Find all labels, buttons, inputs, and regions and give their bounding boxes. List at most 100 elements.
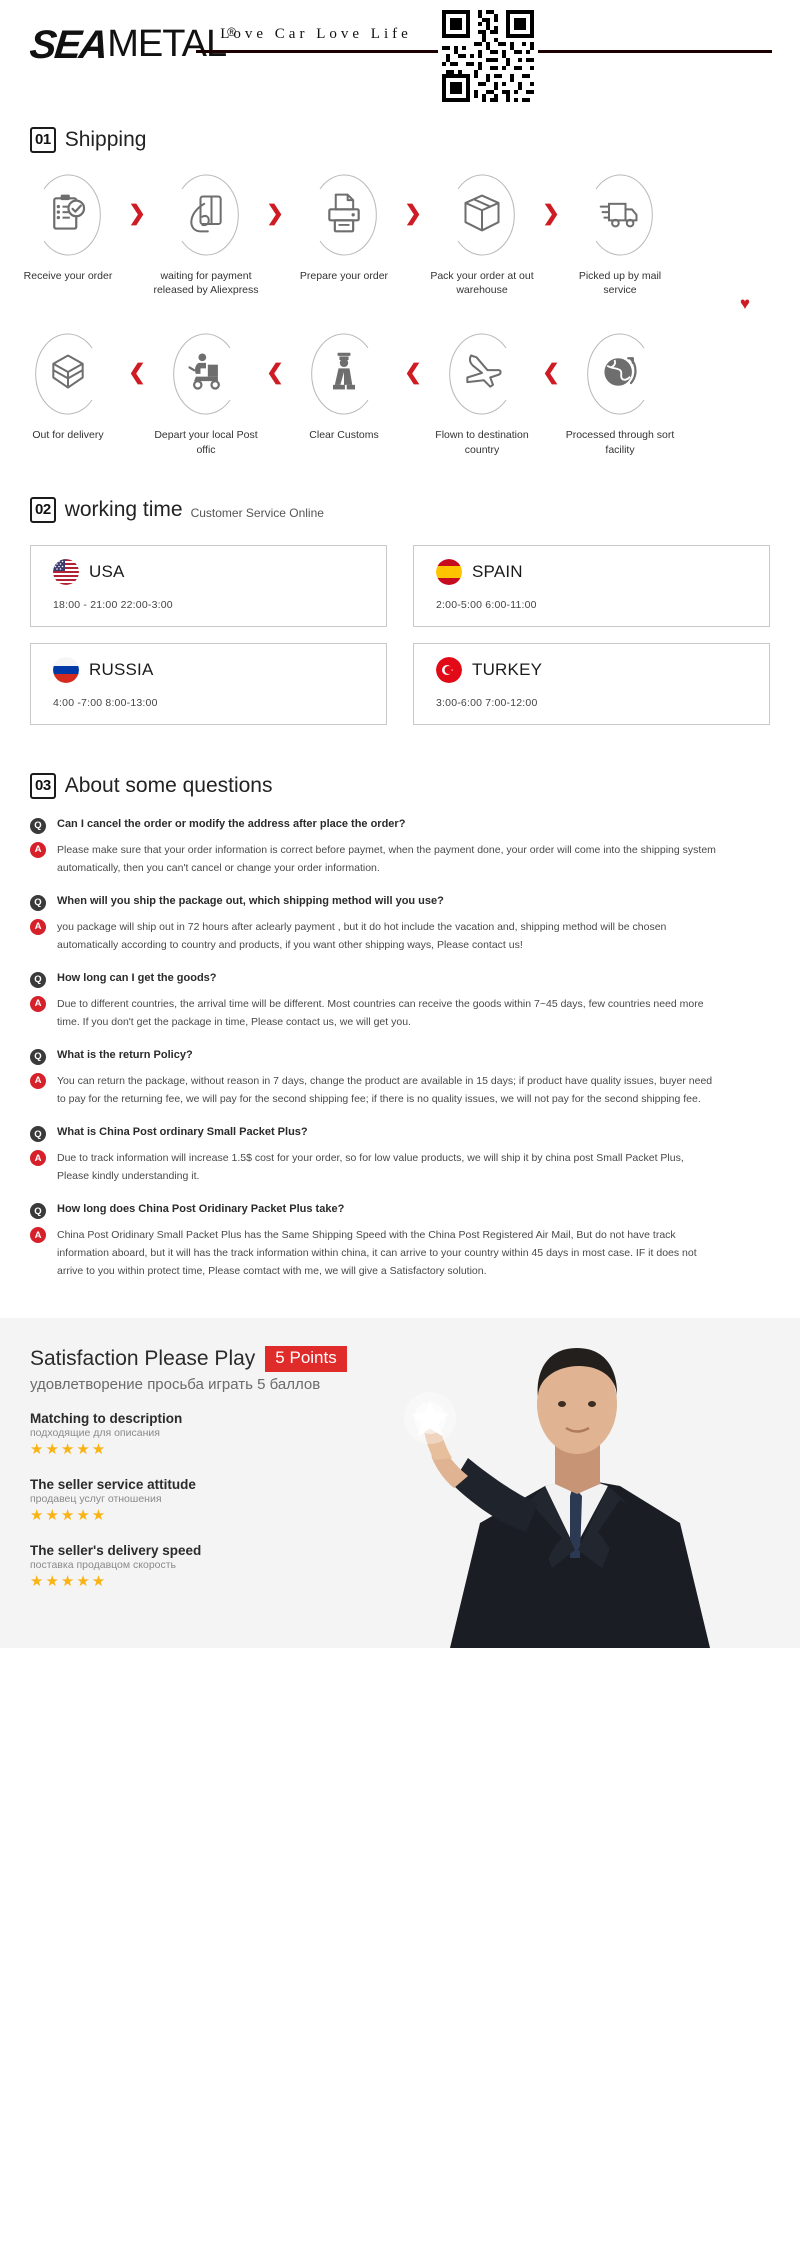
shipping-step-label: Picked up by mail service — [578, 270, 662, 297]
answer-badge: A — [30, 1150, 46, 1167]
satisfaction-title: Satisfaction Please Play — [30, 1346, 256, 1370]
shipping-step-label: Receive your order — [23, 270, 113, 282]
shipping-step: Processed through sort facility — [564, 326, 676, 456]
country-row: SPAIN — [436, 558, 769, 585]
shipping-step-icon-frame — [22, 326, 114, 418]
slogan-rule-right — [556, 50, 772, 53]
working-time-card-spain: SPAIN 2:00-5:00 6:00-11:00 — [413, 544, 770, 627]
rating-block: The seller's delivery speed поставка про… — [30, 1543, 800, 1591]
brand-slogan-text: Love Car Love Life — [220, 26, 412, 42]
clipboard-check-icon — [53, 194, 86, 230]
shipping-steps-row-2: Out for delivery ❮ Depart your local Pos… — [0, 326, 800, 456]
working-time-card-turkey: TURKEY 3:00-6:00 7:00-12:00 — [413, 642, 770, 725]
section-number: 01 — [30, 127, 56, 153]
brand-header: SEA METAL ® Love Car Love Life — [0, 0, 800, 106]
faq-answer: China Post Oridinary Small Packet Plus h… — [57, 1229, 697, 1278]
question-badge: Q — [30, 1126, 46, 1143]
shipping-step-label: Out for delivery — [32, 429, 104, 442]
country-name: SPAIN — [472, 561, 523, 581]
turkey-flag-icon — [436, 656, 462, 683]
faq-question: When will you ship the package out, whic… — [57, 894, 444, 907]
star-rating-icon[interactable]: ★★★★★ — [30, 1507, 800, 1525]
page-title: About some questions — [64, 773, 273, 797]
shipping-step-separator: ❯ — [400, 167, 426, 259]
satisfaction-title-row: Satisfaction Please Play 5 Points — [30, 1346, 800, 1372]
country-name: RUSSIA — [89, 659, 154, 679]
shipping-step: Flown to destination country — [426, 326, 538, 456]
section-number: 02 — [30, 496, 56, 523]
rating-label-ru: подходящие для описания — [30, 1426, 160, 1439]
chevron-right-icon: ❯ — [404, 201, 422, 225]
star-rating-icon[interactable]: ★★★★★ — [30, 1441, 800, 1459]
rating-label-en: Matching to description — [30, 1410, 183, 1426]
working-time-section-heading: 02 working time Customer Service Online — [0, 496, 800, 523]
faq-list: Q Can I cancel the order or modify the a… — [0, 817, 800, 1281]
page-title: Shipping — [64, 128, 147, 151]
shipping-step-separator: ❯ — [124, 167, 150, 259]
working-time-grid: USA 18:00 - 21:00 22:00-3:00 SPAIN 2:00-… — [0, 544, 800, 725]
spain-flag-icon — [436, 558, 462, 585]
question-badge: Q — [30, 894, 46, 911]
shipping-step-separator: ❮ — [538, 326, 564, 418]
qr-code-icon — [420, 6, 556, 106]
shipping-step-separator: ❯ — [538, 167, 564, 259]
open-box-icon — [52, 354, 84, 389]
answer-badge: A — [30, 1072, 46, 1089]
answer-badge: A — [30, 995, 46, 1012]
shipping-step-label: Processed through sort facility — [565, 429, 675, 456]
shipping-step: Receive your order — [12, 167, 124, 283]
hand-card-icon — [190, 195, 222, 233]
shipping-section: 01 Shipping Receive your order ❯ waiting… — [0, 105, 800, 457]
chevron-left-icon: ❮ — [404, 360, 422, 384]
satisfaction-banner: Satisfaction Please Play 5 Points удовле… — [0, 1318, 800, 1649]
working-hours: 2:00-5:00 6:00-11:00 — [436, 598, 537, 611]
shipping-section-heading: 01 Shipping — [0, 127, 800, 153]
faq-question: Can I cancel the order or modify the add… — [57, 817, 406, 830]
faq-question: What is China Post ordinary Small Packet… — [57, 1126, 308, 1139]
country-name: TURKEY — [472, 659, 543, 679]
shipping-step-separator: ❮ — [400, 326, 426, 418]
working-hours: 4:00 -7:00 8:00-13:00 — [53, 696, 158, 709]
shipping-step-label: Clear Customs — [309, 429, 379, 442]
faq-item: Q How long does China Post Oridinary Pac… — [30, 1202, 770, 1280]
russia-flag-icon — [53, 656, 79, 683]
faq-answer-row: A Due to track information will increase… — [30, 1149, 770, 1185]
rating-block: The seller service attitude продавец усл… — [30, 1477, 800, 1525]
rating-label-ru: поставка продавцом скорость — [30, 1558, 177, 1571]
faq-question-row: Q When will you ship the package out, wh… — [30, 894, 770, 911]
rating-label-en: The seller service attitude — [30, 1476, 196, 1492]
faq-item: Q What is China Post ordinary Small Pack… — [30, 1125, 770, 1185]
faq-question: How long does China Post Oridinary Packe… — [57, 1203, 345, 1216]
shipping-step-icon-frame — [160, 326, 252, 418]
question-badge: Q — [30, 1203, 46, 1220]
answer-badge: A — [30, 841, 46, 858]
shipping-step-label: Flown to destination country — [435, 429, 529, 456]
country-row: TURKEY — [436, 656, 769, 683]
faq-question: What is the return Policy? — [57, 1048, 193, 1061]
printer-icon — [328, 193, 360, 233]
answer-badge: A — [30, 918, 46, 935]
shipping-step: Prepare your order — [288, 167, 400, 283]
working-time-card-russia: RUSSIA 4:00 -7:00 8:00-13:00 — [30, 642, 387, 725]
faq-answer-row: A China Post Oridinary Small Packet Plus… — [30, 1226, 770, 1280]
shipping-step: Depart your local Post offic — [150, 326, 262, 456]
chevron-right-icon: ❯ — [128, 201, 146, 225]
question-badge: Q — [30, 971, 46, 988]
faq-question-row: Q How long does China Post Oridinary Pac… — [30, 1202, 770, 1220]
working-time-section: 02 working time Customer Service Online — [0, 496, 800, 725]
country-row: RUSSIA — [53, 656, 386, 683]
working-hours: 3:00-6:00 7:00-12:00 — [436, 696, 538, 709]
answer-badge: A — [30, 1227, 46, 1244]
customs-officer-icon — [333, 353, 355, 390]
satisfaction-subtitle: удовлетворение просьба играть 5 баллов — [30, 1375, 321, 1393]
country-row: USA — [53, 558, 386, 585]
faq-item: Q How long can I get the goods? A Due to… — [30, 971, 770, 1031]
shipping-step-icon-frame — [574, 167, 666, 259]
shipping-step-icon-frame — [436, 326, 528, 418]
star-rating-icon[interactable]: ★★★★★ — [30, 1573, 800, 1591]
working-hours: 18:00 - 21:00 22:00-3:00 — [53, 598, 173, 611]
airplane-icon — [466, 354, 502, 389]
faq-question: How long can I get the goods? — [57, 971, 217, 984]
faq-answer: Due to different countries, the arrival … — [57, 997, 704, 1028]
shipping-step-separator: ❮ — [124, 326, 150, 418]
